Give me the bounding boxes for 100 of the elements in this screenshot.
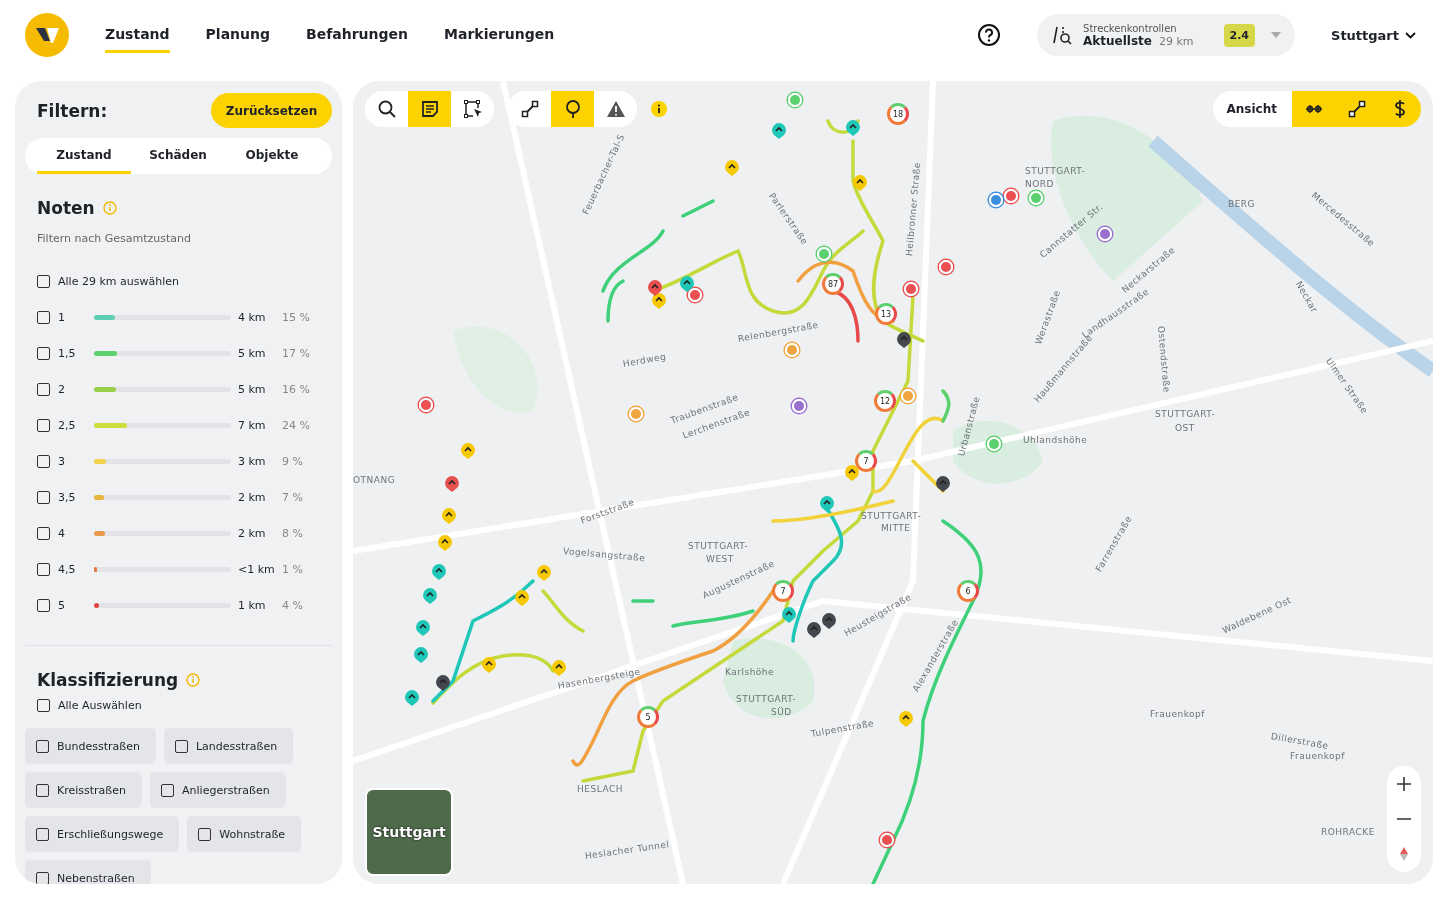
road-class-chip[interactable]: Bundesstraßen — [25, 728, 156, 764]
checkbox[interactable] — [37, 598, 50, 612]
map-dot-marker[interactable] — [1029, 191, 1043, 205]
chevron-marker-icon[interactable] — [437, 535, 453, 551]
road-class-chip[interactable]: Nebenstraßen — [25, 860, 151, 884]
map-label: BERG — [1228, 199, 1256, 209]
map-label: STUTTGART- — [736, 694, 797, 704]
chevron-marker-icon[interactable] — [845, 120, 861, 136]
map-tool-button[interactable] — [408, 91, 451, 127]
map-dot-marker[interactable] — [629, 407, 643, 421]
reset-button[interactable]: Zurücksetzen — [211, 93, 332, 128]
map-tool-button[interactable] — [551, 91, 594, 127]
road-class-label: Bundesstraßen — [57, 739, 140, 753]
chevron-marker-icon[interactable] — [651, 293, 667, 309]
checkbox[interactable] — [174, 739, 188, 753]
map-label: NORD — [1025, 179, 1054, 189]
nav-tab[interactable]: Planung — [205, 17, 271, 53]
chevron-marker-icon[interactable] — [819, 496, 835, 512]
checkbox[interactable] — [37, 454, 50, 468]
map-dot-marker[interactable] — [901, 389, 915, 403]
grade-length: 5 km — [238, 382, 267, 396]
road-class-label: Kreisstraßen — [57, 783, 127, 797]
checkbox[interactable] — [37, 698, 50, 712]
checkbox[interactable] — [37, 526, 50, 540]
map-dot-marker[interactable] — [1098, 227, 1112, 241]
checkbox[interactable] — [36, 783, 49, 797]
checkbox[interactable] — [37, 274, 50, 288]
road-class-chip[interactable]: Anliegerstraßen — [150, 772, 286, 808]
map-tool-button[interactable] — [1292, 91, 1335, 127]
chevron-marker-icon[interactable] — [413, 647, 429, 663]
chevron-marker-icon[interactable] — [852, 175, 868, 191]
chevron-marker-icon[interactable] — [821, 613, 837, 629]
checkbox[interactable] — [37, 562, 50, 576]
map-dot-marker[interactable] — [939, 260, 953, 274]
map-dot-marker[interactable] — [785, 343, 799, 357]
filter-tab[interactable]: Objekte — [225, 138, 319, 174]
chevron-marker-icon[interactable] — [404, 690, 420, 706]
filter-tab[interactable]: Zustand — [37, 138, 131, 174]
checkbox[interactable] — [161, 783, 175, 797]
map-dot-marker[interactable] — [987, 437, 1001, 451]
grade-length: 2 km — [238, 490, 267, 504]
grade-length: <1 km — [238, 562, 276, 576]
chevron-marker-icon[interactable] — [806, 622, 822, 638]
map-label: Frauenkopf — [1290, 751, 1345, 761]
grade-percent: 8 % — [282, 526, 303, 540]
checkbox[interactable] — [36, 871, 49, 884]
chevron-marker-icon[interactable] — [441, 508, 457, 524]
nav-tab[interactable]: Zustand — [105, 17, 170, 53]
nav-tab[interactable]: Markierungen — [444, 17, 555, 53]
track-title: Streckenkontrollen — [1083, 22, 1178, 34]
chevron-marker-icon[interactable] — [481, 657, 497, 673]
map-dot-marker[interactable] — [419, 398, 433, 412]
track-selector[interactable]: Streckenkontrollen Aktuellste 29 km 2.4 — [1037, 14, 1296, 56]
road-class-chip[interactable]: Erschließungswege — [25, 816, 180, 852]
chevron-marker-icon[interactable] — [935, 476, 951, 492]
nav-tab[interactable]: Befahrungen — [306, 17, 409, 53]
satellite-thumbnail[interactable]: Stuttgart — [365, 788, 453, 876]
chevron-marker-icon[interactable] — [844, 465, 860, 481]
help-icon[interactable] — [977, 23, 1002, 47]
chevron-marker-icon[interactable] — [460, 443, 476, 459]
map-dot-marker[interactable] — [880, 833, 894, 847]
road-class-chip[interactable]: Kreisstraßen — [25, 772, 143, 808]
grade-label: 5 — [58, 598, 66, 612]
grade-percent: 7 % — [282, 490, 303, 504]
road-class-chip[interactable]: Wohnstraße — [187, 816, 302, 852]
logo[interactable] — [25, 13, 69, 57]
chevron-marker-icon[interactable] — [898, 711, 914, 727]
map-dot-marker[interactable] — [817, 247, 831, 261]
chevron-marker-icon[interactable] — [422, 588, 438, 604]
chevron-marker-icon[interactable] — [896, 332, 912, 348]
checkbox[interactable] — [36, 827, 49, 841]
map-dot-marker[interactable] — [989, 193, 1003, 207]
map-tool-button[interactable] — [1378, 91, 1421, 127]
chevron-marker-icon[interactable] — [415, 620, 431, 636]
grade-length: 2 km — [238, 526, 267, 540]
chevron-marker-icon[interactable] — [679, 276, 695, 292]
chevron-marker-icon[interactable] — [514, 590, 530, 606]
map-dot-marker[interactable] — [788, 93, 802, 107]
checkbox[interactable] — [36, 739, 49, 753]
filter-tab[interactable]: Schäden — [131, 138, 225, 174]
map-dot-marker[interactable] — [904, 282, 918, 296]
checkbox[interactable] — [37, 310, 50, 324]
map-dot-marker[interactable] — [1004, 189, 1018, 203]
checkbox[interactable] — [37, 382, 50, 396]
city-dropdown[interactable]: Stuttgart — [1325, 26, 1422, 44]
checkbox[interactable] — [198, 827, 212, 841]
checkbox[interactable] — [37, 490, 50, 504]
checkbox[interactable] — [37, 346, 50, 360]
checkbox[interactable] — [37, 418, 50, 432]
chevron-marker-icon[interactable] — [647, 280, 663, 296]
chevron-marker-icon[interactable] — [781, 607, 797, 623]
chevron-marker-icon[interactable] — [536, 565, 552, 581]
chevron-marker-icon[interactable] — [724, 160, 740, 176]
map-dot-marker[interactable] — [792, 399, 806, 413]
road-class-chip[interactable]: Landesstraßen — [163, 728, 294, 764]
chevron-marker-icon[interactable] — [431, 564, 447, 580]
chevron-marker-icon[interactable] — [435, 675, 451, 691]
info-icon[interactable] — [651, 101, 667, 117]
chevron-marker-icon[interactable] — [771, 123, 787, 139]
chevron-marker-icon[interactable] — [444, 476, 460, 492]
